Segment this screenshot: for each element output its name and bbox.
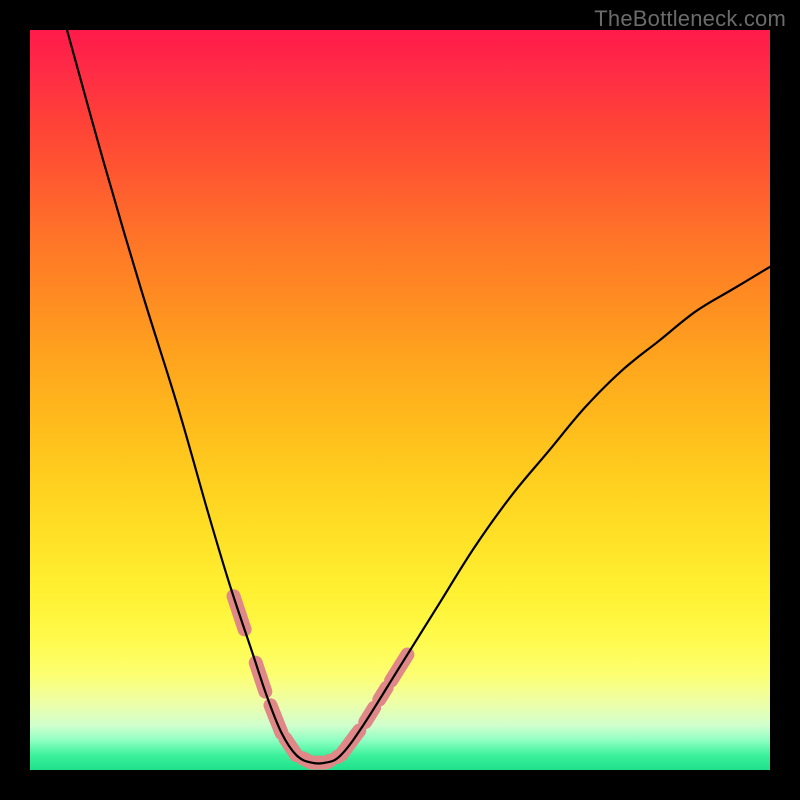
chart-stage: TheBottleneck.com	[0, 0, 800, 800]
bottleneck-curve	[67, 30, 770, 764]
plot-area	[30, 30, 770, 770]
watermark-text: TheBottleneck.com	[594, 6, 786, 32]
chart-svg	[30, 30, 770, 770]
highlight-group	[234, 596, 408, 763]
